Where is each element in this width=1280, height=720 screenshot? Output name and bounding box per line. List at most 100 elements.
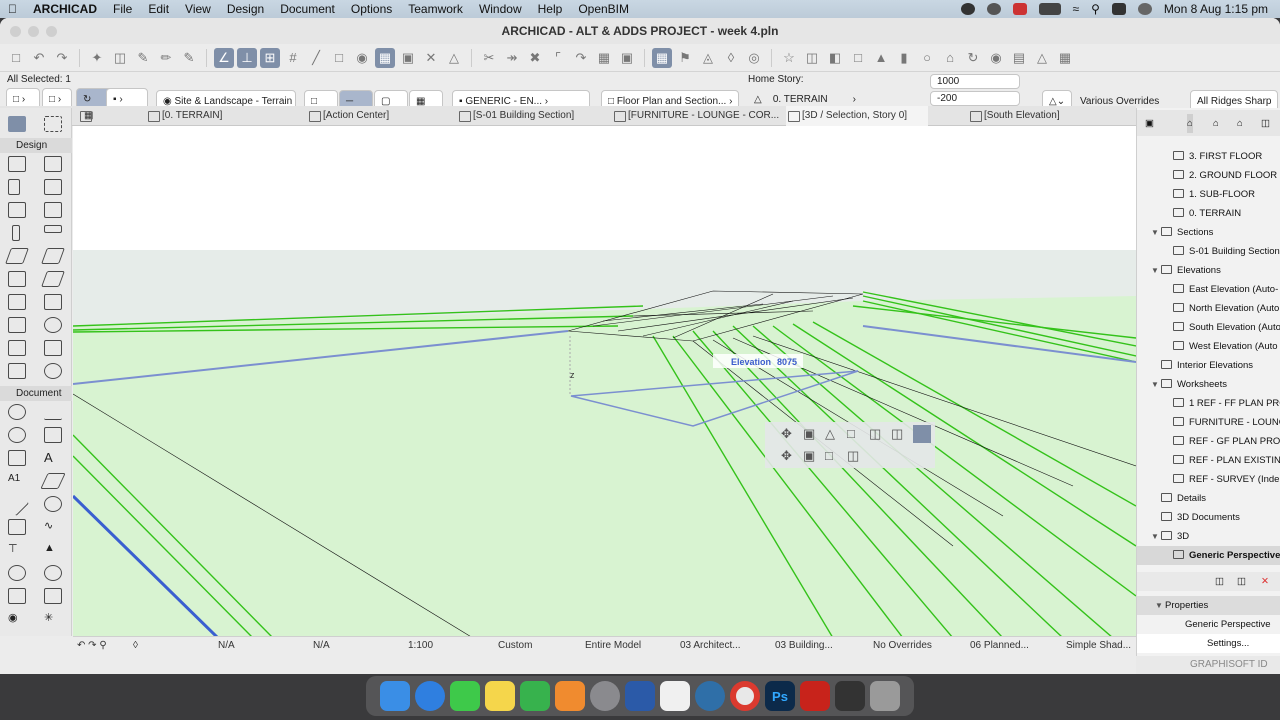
cross-icon[interactable]: ✕ (421, 48, 441, 68)
adjust-icon[interactable]: ↠ (502, 48, 522, 68)
text-tool-icon[interactable]: A (44, 450, 62, 466)
camera-tool-icon[interactable]: ◉ (8, 611, 26, 627)
document-section-header[interactable]: Document (0, 386, 72, 401)
column-tool-icon[interactable] (12, 225, 20, 241)
tab-furniture-lounge[interactable]: [FURNITURE - LOUNGE - COR... (612, 106, 780, 126)
radial-dimension-tool-icon[interactable] (8, 450, 26, 466)
record-icon[interactable] (960, 3, 975, 15)
marquee-icon[interactable]: ▣ (398, 48, 418, 68)
section-s01[interactable]: S-01 Building Section (1137, 242, 1280, 261)
creative-cloud-icon[interactable] (1012, 3, 1027, 15)
lamp-tool-icon[interactable] (44, 363, 62, 379)
project-map-icon[interactable]: ▣ (1145, 114, 1154, 133)
3d-viewport[interactable]: z Elevation 8075 ✥ ▣ △ □ ◫ ◫ ✥ ▣ □ ◫ (73, 126, 1136, 638)
beam-tool-icon[interactable] (44, 225, 62, 233)
tab-bar-grid-icon[interactable]: ▦ (78, 106, 93, 126)
archicad-icon[interactable] (625, 681, 655, 711)
grid-snap-icon[interactable]: ⊞ (260, 47, 280, 68)
gravity-icon[interactable]: ⊥ (237, 47, 257, 68)
tab-south-elevation[interactable]: [South Elevation] (968, 106, 1098, 126)
layout-book-icon[interactable]: ⌂ (1237, 114, 1243, 133)
intersect-icon[interactable]: ✖ (525, 48, 545, 68)
menu-help[interactable]: Help (530, 2, 571, 16)
menu-app-name[interactable]: ARCHICAD (25, 2, 105, 16)
pick-up-icon[interactable]: ✎ (133, 48, 153, 68)
guide-lines-icon[interactable]: ╱ (306, 48, 326, 68)
tab-building-section[interactable]: [S-01 Building Section] (457, 106, 607, 126)
solid-ops-icon[interactable]: ◎ (744, 48, 764, 68)
section-tool-icon[interactable] (8, 565, 26, 581)
zone-icon[interactable]: ◧ (825, 48, 845, 68)
worksheet-3[interactable]: REF - GF PLAN PROP (1137, 432, 1280, 451)
lock-icon[interactable]: ◉ (352, 48, 372, 68)
redo-icon[interactable]: ↷ (52, 48, 72, 68)
curtain-panel-tool-icon[interactable] (44, 340, 62, 356)
sections-folder[interactable]: ▼ Sections (1137, 223, 1280, 242)
scale-select[interactable]: 1:100 (408, 640, 433, 651)
rotate-icon[interactable]: ↻ (963, 48, 983, 68)
delete-view-icon[interactable]: ✕ (1261, 572, 1269, 591)
bottom-offset-input[interactable]: -200 (930, 91, 1020, 106)
properties-header[interactable]: ▼ Properties (1137, 596, 1280, 615)
overrides-select[interactable]: No Overrides (873, 640, 932, 651)
explode-icon[interactable]: ▦ (594, 48, 614, 68)
split-icon[interactable]: ✂ (479, 48, 499, 68)
star-icon[interactable]: ☆ (779, 48, 799, 68)
linear-dimension-tool-icon[interactable] (44, 404, 62, 420)
acrobat-icon[interactable] (800, 681, 830, 711)
graphisoft-id[interactable]: GRAPHISOFT ID (1136, 656, 1280, 674)
select-icon[interactable]: ▦ (652, 47, 672, 68)
clone-view-icon[interactable]: ◫ (1237, 572, 1246, 591)
home-icon[interactable]: ⌂ (1187, 114, 1193, 133)
magic-wand-icon[interactable]: ✦ (87, 48, 107, 68)
roof-icon[interactable]: ⌂ (940, 48, 960, 68)
model-select[interactable]: Entire Model (585, 640, 641, 651)
3d-scene[interactable]: z Elevation 8075 ✥ ▣ △ □ ◫ ◫ ✥ ▣ □ ◫ (73, 126, 1136, 638)
elevation-marker-tool-icon[interactable]: ▲ (44, 542, 62, 558)
battery-icon[interactable] (1038, 3, 1061, 15)
stair-element-tool-icon[interactable] (8, 363, 26, 379)
3d-folder[interactable]: ▼ 3D (1137, 527, 1280, 546)
element-3d-icon[interactable]: ◬ (698, 48, 718, 68)
planned-select[interactable]: 06 Planned... (970, 640, 1029, 651)
offset-icon[interactable]: ↷ (571, 48, 591, 68)
fill-tool-icon[interactable] (40, 473, 66, 489)
new-view-icon[interactable]: ◫ (1215, 572, 1224, 591)
snap-guides-icon[interactable]: ∠ (214, 47, 234, 68)
spline-tool-icon[interactable]: ∿ (44, 519, 62, 535)
stair-tool-icon[interactable] (44, 202, 62, 218)
favorites-icon[interactable]: ◫ (802, 48, 822, 68)
trace-icon[interactable]: □ (329, 48, 349, 68)
custom-select[interactable]: Custom (498, 640, 532, 651)
wall-tool-icon[interactable] (8, 156, 26, 172)
interior-elevation-tool-icon[interactable] (44, 565, 62, 581)
detail-tool-icon[interactable] (8, 588, 26, 604)
story-terrain[interactable]: 0. TERRAIN (1137, 204, 1280, 223)
tab-action-center[interactable]: [Action Center] (307, 106, 447, 126)
tab-3d-selection[interactable]: [3D / Selection, Story 0] (786, 106, 928, 126)
arrow-tool-icon[interactable] (8, 116, 26, 132)
menu-teamwork[interactable]: Teamwork (400, 2, 471, 16)
label-tool-icon[interactable]: A1 (8, 473, 26, 489)
menu-design[interactable]: Design (219, 2, 272, 16)
worksheet-2[interactable]: FURNITURE - LOUNG (1137, 413, 1280, 432)
worksheet-4[interactable]: REF - PLAN EXISTIN (1137, 451, 1280, 470)
close-window-button[interactable] (10, 26, 21, 37)
view-map-icon[interactable]: ⌂ (1213, 114, 1219, 133)
line-tool-icon[interactable] (4, 491, 30, 517)
trash-icon[interactable] (870, 681, 900, 711)
design-section-header[interactable]: Design (0, 138, 72, 153)
polyline-tool-icon[interactable] (8, 519, 26, 535)
interior-elevations-item[interactable]: Interior Elevations (1137, 356, 1280, 375)
railing-tool-icon[interactable] (8, 271, 26, 287)
elevation-north[interactable]: North Elevation (Auto (1137, 299, 1280, 318)
shell-tool-icon[interactable] (41, 271, 65, 287)
worksheet-5[interactable]: REF - SURVEY (Indep (1137, 470, 1280, 489)
worksheet-tool-icon[interactable] (44, 588, 62, 604)
menu-view[interactable]: View (177, 2, 219, 16)
grid-icon[interactable]: # (283, 48, 303, 68)
sun-tool-icon[interactable]: ✳ (44, 611, 62, 627)
finder-icon[interactable] (380, 681, 410, 711)
dimension-tool-icon[interactable] (8, 404, 26, 420)
quicktime-icon[interactable] (695, 681, 725, 711)
